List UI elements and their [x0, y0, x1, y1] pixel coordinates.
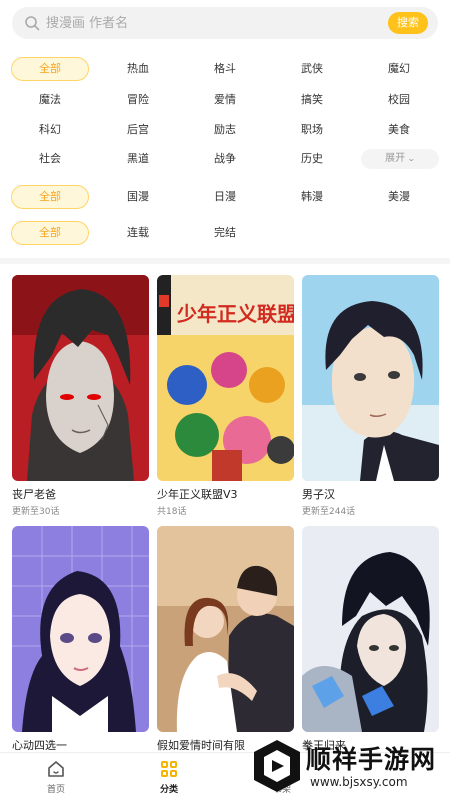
- tab-category-label: 分类: [159, 785, 178, 795]
- genre-chip[interactable]: 职场: [273, 118, 351, 142]
- comic-card[interactable]: 心动四选一: [12, 526, 149, 755]
- genre-chip[interactable]: 科幻: [11, 118, 89, 142]
- genre-filter-row: 全部 热血 格斗 武侠 魔幻: [0, 57, 450, 81]
- status-chip-all[interactable]: 全部: [11, 221, 89, 245]
- comic-title: 心动四选一: [12, 739, 67, 752]
- genre-chip[interactable]: 历史: [273, 147, 351, 171]
- comic-cover: [302, 275, 439, 481]
- comic-title: 丧尸老爸: [12, 488, 56, 501]
- genre-chip[interactable]: 励志: [186, 118, 264, 142]
- comic-update-status: 更新至30话: [12, 507, 60, 517]
- tab-home[interactable]: 首页: [26, 759, 86, 795]
- comic-card[interactable]: 丧尸老爸 更新至30话: [12, 275, 149, 517]
- genre-chip[interactable]: 爱情: [186, 88, 264, 112]
- genre-filter-row: 社会 黑道 战争 历史 展开 ⌄: [0, 147, 450, 171]
- expand-button[interactable]: 展开 ⌄: [361, 149, 439, 169]
- comic-card[interactable]: 假如爱情时间有限: [157, 526, 294, 755]
- comic-title: 男子汉: [302, 488, 335, 501]
- region-chip[interactable]: 国漫: [99, 185, 177, 209]
- chevron-down-icon: ⌄: [407, 154, 416, 163]
- status-filter-row: 全部 连载 完结: [0, 221, 450, 245]
- genre-chip[interactable]: 美食: [360, 118, 438, 142]
- genre-chip[interactable]: 黑道: [99, 147, 177, 171]
- genre-chip[interactable]: 冒险: [99, 88, 177, 112]
- site-watermark: 顺祥手游网 www.bjsxsy.com: [252, 736, 442, 798]
- region-filter-row: 全部 国漫 日漫 韩漫 美漫: [0, 185, 450, 209]
- genre-chip[interactable]: 后宫: [99, 118, 177, 142]
- genre-chip[interactable]: 战争: [186, 147, 264, 171]
- home-icon: [48, 761, 64, 777]
- comic-card[interactable]: 男子汉 更新至244话: [302, 275, 439, 517]
- comic-update-status: 共18话: [157, 507, 187, 517]
- section-divider: [0, 258, 450, 264]
- genre-chip[interactable]: 魔幻: [360, 57, 438, 81]
- comic-title: 少年正义联盟V3: [157, 488, 238, 501]
- tab-category[interactable]: 分类: [139, 759, 199, 795]
- genre-chip[interactable]: 武侠: [273, 57, 351, 81]
- region-chip[interactable]: 韩漫: [273, 185, 351, 209]
- comic-update-status: 更新至244话: [302, 507, 356, 517]
- genre-chip-all[interactable]: 全部: [11, 57, 89, 81]
- status-chip[interactable]: 完结: [186, 221, 264, 245]
- region-chip-all[interactable]: 全部: [11, 185, 89, 209]
- genre-chip[interactable]: 搞笑: [273, 88, 351, 112]
- expand-label: 展开: [385, 153, 406, 164]
- comic-cover: [12, 526, 149, 732]
- genre-filter-row: 魔法 冒险 爱情 搞笑 校园: [0, 88, 450, 112]
- genre-chip[interactable]: 社会: [11, 147, 89, 171]
- genre-chip[interactable]: 热血: [99, 57, 177, 81]
- comic-cover: [157, 526, 294, 732]
- status-chip[interactable]: 连载: [99, 221, 177, 245]
- watermark-url: www.bjsxsy.com: [310, 775, 408, 789]
- search-button[interactable]: 搜索: [388, 12, 428, 34]
- watermark-title: 顺祥手游网: [306, 745, 437, 774]
- watermark-logo-icon: [254, 740, 300, 792]
- comic-cover: [12, 275, 149, 481]
- genre-chip[interactable]: 魔法: [11, 88, 89, 112]
- region-chip[interactable]: 美漫: [360, 185, 438, 209]
- comic-cover: [302, 526, 439, 732]
- comic-cover: 少年正义联盟: [157, 275, 294, 481]
- search-input[interactable]: [46, 11, 356, 35]
- search-icon: [25, 16, 40, 31]
- genre-chip[interactable]: 格斗: [186, 57, 264, 81]
- category-grid-icon: [161, 761, 177, 777]
- genre-filter-row: 科幻 后宫 励志 职场 美食: [0, 118, 450, 142]
- region-chip[interactable]: 日漫: [186, 185, 264, 209]
- search-bar: 搜索: [12, 7, 438, 39]
- comic-card[interactable]: 少年正义联盟 少年正义联盟V3 共18话: [157, 275, 294, 517]
- comic-card[interactable]: 拳王归来: [302, 526, 439, 755]
- cover-title-text: 少年正义联盟: [176, 302, 294, 326]
- tab-home-label: 首页: [46, 785, 65, 795]
- genre-chip[interactable]: 校园: [360, 88, 438, 112]
